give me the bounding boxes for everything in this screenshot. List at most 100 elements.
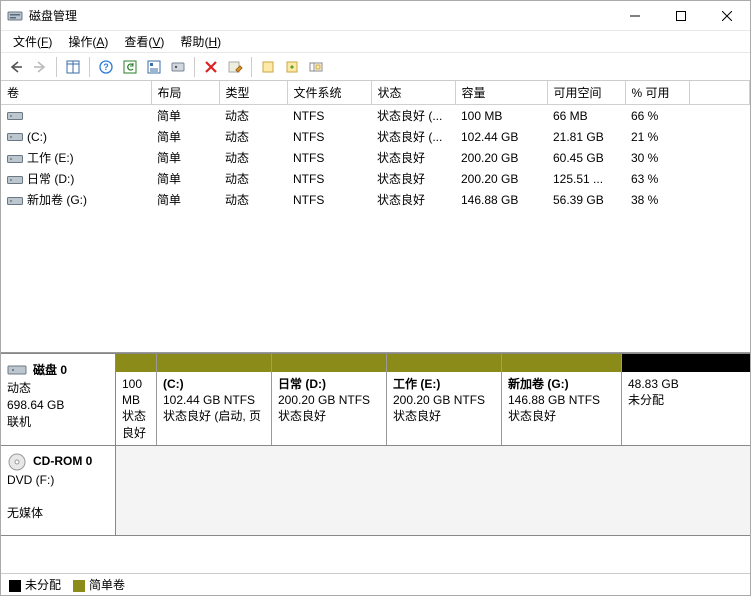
action-list-button[interactable]	[143, 56, 165, 78]
col-capacity[interactable]: 容量	[455, 81, 547, 105]
legend: 未分配 简单卷	[1, 573, 750, 595]
col-pct[interactable]: % 可用	[625, 81, 689, 105]
svg-text:?: ?	[103, 62, 109, 72]
view-list-button[interactable]	[62, 56, 84, 78]
app-icon	[7, 8, 23, 24]
cell-capacity: 200.20 GB	[455, 168, 547, 189]
col-type[interactable]: 类型	[219, 81, 287, 105]
close-button[interactable]	[704, 1, 750, 31]
col-status[interactable]: 状态	[371, 81, 455, 105]
cell-fs: NTFS	[287, 147, 371, 168]
partition-name: 新加卷 (G:)	[508, 376, 615, 392]
partition-size: 200.20 GB NTFS	[393, 392, 495, 408]
window-controls	[612, 1, 750, 31]
partition[interactable]: 工作 (E:)200.20 GB NTFS状态良好	[386, 354, 501, 445]
volume-icon	[7, 131, 23, 143]
cell-layout: 简单	[151, 168, 219, 189]
cell-layout: 简单	[151, 147, 219, 168]
col-fs[interactable]: 文件系统	[287, 81, 371, 105]
disk-graphical-pane[interactable]: 磁盘 0 动态 698.64 GB 联机 100 MB状态良好(C:)102.4…	[1, 353, 750, 573]
col-volume[interactable]: 卷	[1, 81, 151, 105]
partition-size: 146.88 GB NTFS	[508, 392, 615, 408]
settings-button[interactable]	[224, 56, 246, 78]
volume-table: 卷 布局 类型 文件系统 状态 容量 可用空间 % 可用 简单动态NTFS状态良…	[1, 81, 750, 210]
cell-capacity: 102.44 GB	[455, 126, 547, 147]
partition[interactable]: 100 MB状态良好	[116, 354, 156, 445]
cell-pct: 21 %	[625, 126, 689, 147]
volume-list-pane[interactable]: 卷 布局 类型 文件系统 状态 容量 可用空间 % 可用 简单动态NTFS状态良…	[1, 81, 750, 353]
menu-action[interactable]: 操作(A)	[60, 31, 116, 52]
table-row[interactable]: 日常 (D:)简单动态NTFS状态良好200.20 GB125.51 ...63…	[1, 168, 750, 189]
cell-volume: 日常 (D:)	[1, 168, 151, 189]
partition-status: 状态良好	[278, 408, 380, 424]
disk-type: 动态	[7, 380, 109, 397]
refresh-button[interactable]	[119, 56, 141, 78]
partition-color-bar	[387, 354, 501, 372]
col-spacer	[689, 81, 750, 105]
cell-type: 动态	[219, 168, 287, 189]
disk-icon	[7, 360, 27, 380]
cell-free: 125.51 ...	[547, 168, 625, 189]
col-free[interactable]: 可用空间	[547, 81, 625, 105]
menu-file[interactable]: 文件(F)	[5, 31, 60, 52]
maximize-button[interactable]	[658, 1, 704, 31]
cell-free: 21.81 GB	[547, 126, 625, 147]
window-title: 磁盘管理	[29, 7, 612, 24]
properties-button[interactable]	[167, 56, 189, 78]
cell-type: 动态	[219, 189, 287, 210]
table-row[interactable]: 简单动态NTFS状态良好 (...100 MB66 MB66 %	[1, 105, 750, 127]
menubar: 文件(F) 操作(A) 查看(V) 帮助(H)	[1, 31, 750, 53]
partition-status: 状态良好	[122, 408, 150, 440]
disk-row-0[interactable]: 磁盘 0 动态 698.64 GB 联机 100 MB状态良好(C:)102.4…	[1, 353, 750, 446]
toolbar-sep	[56, 57, 57, 77]
cdrom-status: 无媒体	[7, 505, 109, 522]
volume-icon	[7, 110, 23, 122]
delete-button[interactable]	[200, 56, 222, 78]
partition-status: 未分配	[628, 392, 744, 408]
cell-volume: 工作 (E:)	[1, 147, 151, 168]
cell-volume	[1, 105, 151, 127]
minimize-button[interactable]	[612, 1, 658, 31]
cell-pct: 38 %	[625, 189, 689, 210]
partition[interactable]: 48.83 GB未分配	[621, 354, 750, 445]
partition-size: 100 MB	[122, 376, 150, 408]
cell-layout: 简单	[151, 126, 219, 147]
col-layout[interactable]: 布局	[151, 81, 219, 105]
menu-help[interactable]: 帮助(H)	[172, 31, 229, 52]
disk-row-cdrom[interactable]: CD-ROM 0 DVD (F:) 无媒体	[1, 446, 750, 536]
partition-status: 状态良好	[393, 408, 495, 424]
cell-fs: NTFS	[287, 168, 371, 189]
new-button[interactable]	[257, 56, 279, 78]
cell-free: 60.45 GB	[547, 147, 625, 168]
partition-name: 日常 (D:)	[278, 376, 380, 392]
cell-fs: NTFS	[287, 126, 371, 147]
partition-color-bar	[116, 354, 156, 372]
cell-status: 状态良好 (...	[371, 126, 455, 147]
menu-view[interactable]: 查看(V)	[116, 31, 172, 52]
toolbar: ?	[1, 53, 750, 81]
volume-icon	[7, 195, 23, 207]
partition-body: 新加卷 (G:)146.88 GB NTFS状态良好	[502, 372, 621, 445]
cell-status: 状态良好	[371, 168, 455, 189]
partition[interactable]: 日常 (D:)200.20 GB NTFS状态良好	[271, 354, 386, 445]
table-row[interactable]: 新加卷 (G:)简单动态NTFS状态良好146.88 GB56.39 GB38 …	[1, 189, 750, 210]
partition[interactable]: 新加卷 (G:)146.88 GB NTFS状态良好	[501, 354, 621, 445]
partition-body: (C:)102.44 GB NTFS状态良好 (启动, 页	[157, 372, 271, 445]
table-row[interactable]: (C:)简单动态NTFS状态良好 (...102.44 GB21.81 GB21…	[1, 126, 750, 147]
disk-partitions: 100 MB状态良好(C:)102.44 GB NTFS状态良好 (启动, 页日…	[116, 354, 750, 445]
attach-button[interactable]	[281, 56, 303, 78]
forward-button[interactable]	[29, 56, 51, 78]
cell-capacity: 200.20 GB	[455, 147, 547, 168]
cell-volume: (C:)	[1, 126, 151, 147]
cell-status: 状态良好 (...	[371, 105, 455, 127]
volume-icon	[7, 153, 23, 165]
volume-icon	[7, 174, 23, 186]
partition-color-bar	[622, 354, 750, 372]
partition-size: 200.20 GB NTFS	[278, 392, 380, 408]
table-row[interactable]: 工作 (E:)简单动态NTFS状态良好200.20 GB60.45 GB30 %	[1, 147, 750, 168]
cell-free: 56.39 GB	[547, 189, 625, 210]
partition[interactable]: (C:)102.44 GB NTFS状态良好 (启动, 页	[156, 354, 271, 445]
detach-button[interactable]	[305, 56, 327, 78]
help-button[interactable]: ?	[95, 56, 117, 78]
back-button[interactable]	[5, 56, 27, 78]
